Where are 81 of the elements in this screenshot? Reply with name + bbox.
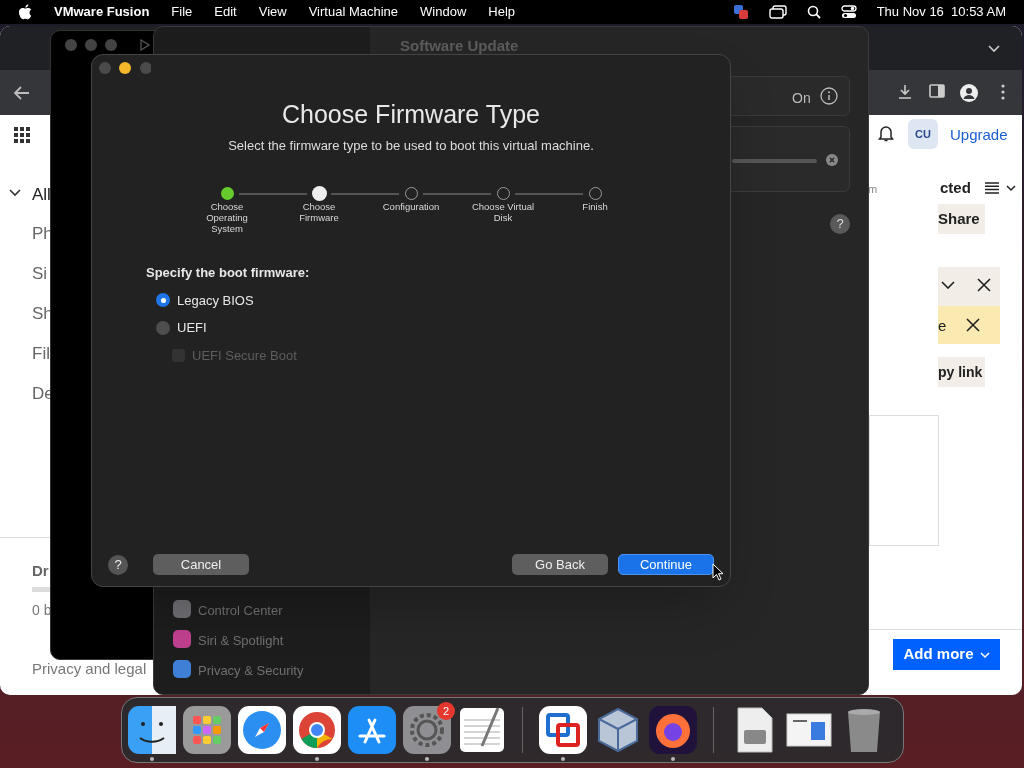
banner-text: e (938, 316, 947, 336)
copy-link-button[interactable]: py link (938, 357, 985, 387)
menu-item[interactable]: Edit (214, 2, 237, 22)
step-label: Finish (582, 201, 608, 212)
sidebar-item[interactable]: Fil (32, 341, 50, 367)
clear-icon[interactable] (826, 154, 838, 166)
window-controls-icon[interactable] (99, 62, 151, 74)
settings-sidebar-item[interactable]: Privacy & Security (198, 661, 304, 681)
gear-icon[interactable] (403, 706, 451, 754)
storage-label: Dr (32, 561, 49, 581)
step-label: Choose Operating System (205, 201, 249, 234)
step-line (515, 193, 583, 195)
step-label: Choose Virtual Disk (471, 201, 535, 223)
dialog-title: Choose Firmware Type (281, 99, 541, 130)
apps-grid-icon[interactable] (14, 127, 30, 143)
firefox-icon[interactable] (649, 706, 697, 754)
share-button[interactable]: Share (938, 204, 985, 234)
text-document-icon[interactable] (458, 706, 506, 754)
notice-banner (938, 306, 1000, 344)
download-icon[interactable] (897, 84, 913, 100)
avatar[interactable]: CU (908, 119, 938, 149)
chrome-icon[interactable] (293, 706, 341, 754)
more-icon[interactable] (1001, 84, 1005, 100)
apple-icon[interactable] (18, 4, 32, 20)
step-line (239, 193, 307, 195)
chevron-down-icon[interactable] (9, 189, 21, 197)
step-line (423, 193, 491, 195)
panel-header (938, 267, 1000, 307)
notification-badge: 2 (437, 702, 455, 720)
compass-icon[interactable] (238, 706, 286, 754)
mouse-cursor-icon (712, 563, 724, 581)
menu-app-name[interactable]: VMware Fusion (54, 2, 150, 22)
info-icon[interactable] (820, 87, 838, 105)
play-icon[interactable] (140, 39, 150, 51)
add-more-button[interactable]: Add more (893, 639, 1000, 670)
radio-button[interactable] (156, 293, 170, 308)
help-button[interactable]: ? (108, 554, 128, 575)
chevron-down-icon[interactable] (941, 281, 955, 289)
help-button[interactable]: ? (830, 214, 850, 234)
sidebar-header[interactable]: All (32, 182, 51, 208)
back-arrow-icon[interactable] (14, 86, 30, 100)
settings-sidebar-item[interactable]: Siri & Spotlight (198, 631, 284, 651)
radio-label[interactable]: UEFI (177, 318, 207, 338)
side-panel-icon[interactable] (929, 84, 945, 98)
step-label: Choose Firmware (298, 201, 340, 223)
profile-icon[interactable] (960, 84, 978, 102)
app-store-icon[interactable] (348, 706, 396, 754)
menu-item[interactable]: Virtual Machine (308, 2, 399, 22)
chevron-down-icon[interactable] (1006, 185, 1016, 192)
go-back-button[interactable]: Go Back (512, 554, 608, 575)
menu-item[interactable]: Window (420, 2, 467, 22)
side-text: m (868, 182, 878, 197)
control-center-icon[interactable] (840, 5, 857, 19)
dialog-subtitle: Select the firmware type to be used to boot this virtual machine. (227, 136, 595, 155)
step-line (331, 193, 399, 195)
search-icon[interactable] (806, 5, 821, 19)
app-status-icon[interactable] (732, 4, 749, 20)
close-icon[interactable] (977, 278, 991, 292)
list-view-icon[interactable] (985, 182, 999, 194)
menu-item[interactable]: File (171, 2, 193, 22)
windows-icon[interactable] (768, 5, 787, 19)
finder-icon[interactable] (128, 706, 176, 754)
app-grid-icon[interactable] (183, 706, 231, 754)
radio-label[interactable]: Legacy BIOS (177, 290, 254, 310)
selection-label: cted (940, 178, 971, 198)
step-label: Configuration (382, 201, 440, 212)
settings-sidebar-item[interactable]: Control Center (198, 601, 283, 621)
radio-button[interactable] (156, 320, 170, 335)
menu-item[interactable]: Help (488, 2, 516, 22)
upgrade-link[interactable]: Upgrade (950, 124, 1008, 147)
footer-link[interactable]: Privacy and legal (32, 658, 147, 681)
close-icon[interactable] (966, 318, 980, 332)
section-label: Specify the boot firmware: (146, 264, 311, 282)
menu-item[interactable]: View (258, 2, 287, 22)
menu-clock[interactable]: Thu Nov 16 10:53 AM (876, 2, 1006, 22)
sidebar-item[interactable]: Si (32, 261, 48, 287)
chevron-down-icon (979, 651, 990, 658)
bell-icon[interactable] (878, 124, 894, 142)
toggle-label: On (792, 89, 811, 108)
cancel-button[interactable]: Cancel (153, 554, 249, 575)
continue-button[interactable]: Continue (618, 554, 714, 575)
